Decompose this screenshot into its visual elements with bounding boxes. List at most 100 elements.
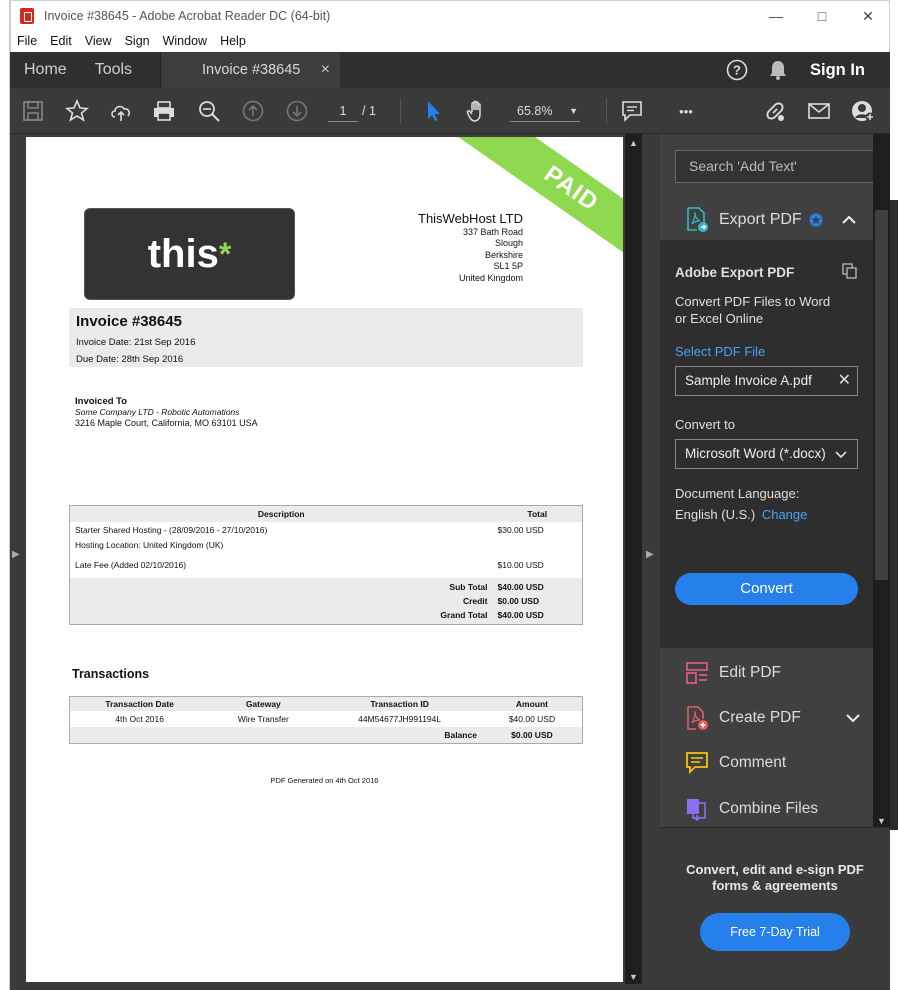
promo-text: Convert, edit and e-sign PDF forms & agr…: [686, 862, 864, 893]
zoom-out-icon[interactable]: [196, 98, 222, 124]
premium-badge-icon: [809, 213, 823, 227]
convert-button[interactable]: Convert: [675, 573, 858, 605]
tool-combine-files[interactable]: Combine Files: [660, 787, 873, 831]
logo-star: *: [218, 235, 232, 272]
table-row: Late Fee (Added 02/10/2016) $10.00 USD: [70, 553, 583, 578]
select-cursor-icon[interactable]: [420, 98, 446, 124]
scrollbar-thumb[interactable]: [875, 210, 888, 580]
more-tools-icon[interactable]: •••: [673, 98, 699, 124]
clear-file-icon[interactable]: ✕: [838, 367, 851, 395]
tool-combine-files-label: Combine Files: [719, 800, 819, 817]
selected-file-field[interactable]: Sample Invoice A.pdf ✕: [675, 366, 858, 396]
tool-edit-pdf[interactable]: Edit PDF: [660, 651, 873, 695]
tool-create-pdf[interactable]: Create PDF: [660, 696, 873, 740]
window-title: Invoice #38645 - Adobe Acrobat Reader DC…: [44, 8, 331, 23]
col-gateway: Gateway: [209, 696, 318, 711]
email-icon[interactable]: [806, 98, 832, 124]
tools-search-input[interactable]: Search 'Add Text': [675, 150, 875, 183]
export-pdf-header[interactable]: Export PDF: [660, 200, 873, 240]
table-row: Starter Shared Hosting - (28/09/2016 - 2…: [70, 522, 583, 553]
company-address-line: United Kingdom: [458, 272, 523, 283]
total-value: $0.00 USD: [492, 594, 583, 608]
zoom-value: 65.8%: [517, 104, 553, 118]
sign-in-link[interactable]: Sign In: [810, 61, 865, 80]
comment-icon[interactable]: [619, 98, 645, 124]
upload-cloud-icon[interactable]: [108, 98, 134, 124]
maximize-button[interactable]: □: [799, 1, 845, 31]
tab-document[interactable]: Invoice #38645 ×: [160, 52, 340, 88]
export-panel-title: Adobe Export PDF: [675, 265, 795, 280]
selected-file-name: Sample Invoice A.pdf: [685, 373, 812, 388]
scroll-down-icon[interactable]: ▼: [625, 970, 642, 984]
help-icon[interactable]: ?: [726, 59, 748, 81]
tool-comment[interactable]: Comment: [660, 741, 873, 785]
title-bar: Invoice #38645 - Adobe Acrobat Reader DC…: [10, 0, 890, 30]
next-page-icon[interactable]: [284, 98, 310, 124]
invoice-items-table: Description Total Starter Shared Hosting…: [69, 505, 583, 625]
bell-icon[interactable]: [768, 59, 788, 81]
col-transaction-date: Transaction Date: [69, 696, 210, 711]
menu-view[interactable]: View: [85, 34, 112, 48]
previous-page-icon[interactable]: [240, 98, 266, 124]
item-total: $10.00 USD: [497, 560, 544, 570]
change-language-link[interactable]: Change: [762, 507, 808, 522]
total-label: Credit: [69, 594, 493, 608]
item-description: Late Fee (Added 02/10/2016): [75, 560, 187, 570]
export-pdf-label: Export PDF: [719, 211, 802, 228]
logo-text: this: [147, 231, 219, 276]
tab-bar: Home Tools Invoice #38645 × ? Sign In: [10, 52, 890, 88]
balance-row: Balance $0.00 USD: [69, 727, 583, 744]
item-desc-line: Hosting Location: United Kingdom (UK): [75, 540, 224, 550]
combine-files-icon: [685, 797, 709, 821]
export-desc-line2: or Excel Online: [675, 311, 764, 326]
edit-pdf-icon: [685, 661, 709, 685]
free-trial-button[interactable]: Free 7-Day Trial: [700, 913, 850, 951]
zoom-level-select[interactable]: 65.8% ▼: [510, 100, 580, 122]
due-date: Due Date: 28th Sep 2016: [76, 354, 184, 365]
document-scrollbar[interactable]: ▲ ▼: [625, 134, 642, 984]
total-label: Sub Total: [69, 578, 493, 594]
transaction-amount: $40.00 USD: [508, 714, 556, 724]
close-tab-icon[interactable]: ×: [321, 61, 330, 79]
chevron-up-icon[interactable]: [841, 215, 856, 225]
invoiced-to-label: Invoiced To: [75, 396, 128, 407]
bookmark-star-icon[interactable]: [64, 98, 90, 124]
tool-comment-label: Comment: [719, 754, 787, 771]
menu-edit[interactable]: Edit: [50, 34, 72, 48]
page-number-input[interactable]: 1: [328, 100, 358, 122]
hand-tool-icon[interactable]: [464, 98, 490, 124]
menu-window[interactable]: Window: [163, 34, 207, 48]
scroll-up-icon[interactable]: ▲: [625, 136, 642, 150]
chevron-down-icon[interactable]: [846, 713, 860, 723]
paid-stamp: PAID: [539, 160, 604, 217]
convert-to-label: Convert to: [675, 417, 735, 432]
tab-bar-right: ? Sign In: [726, 52, 890, 88]
tab-tools[interactable]: Tools: [81, 52, 146, 88]
close-window-button[interactable]: ✕: [845, 1, 891, 31]
right-pane-toggle-icon[interactable]: ▶: [646, 549, 654, 560]
company-address-line: Berkshire: [484, 249, 523, 260]
company-address-line: SL1 5P: [493, 261, 523, 272]
total-value: $40.00 USD: [492, 608, 583, 625]
item-description: Starter Shared Hosting - (28/09/2016 - 2…: [70, 522, 493, 553]
menu-help[interactable]: Help: [220, 34, 246, 48]
format-select[interactable]: Microsoft Word (*.docx): [675, 439, 858, 469]
menu-sign[interactable]: Sign: [125, 34, 150, 48]
chevron-down-icon: ▼: [569, 106, 578, 116]
select-pdf-link[interactable]: Select PDF File: [675, 344, 765, 359]
menu-file[interactable]: File: [17, 34, 37, 48]
subtotal-row: Sub Total $40.00 USD: [69, 578, 583, 594]
share-link-icon[interactable]: [762, 98, 788, 124]
company-address: ThisWebHost LTD 337 Bath Road Slough Ber…: [418, 210, 523, 284]
left-pane-toggle-icon[interactable]: ▶: [12, 549, 20, 560]
page-total: / 1: [362, 104, 376, 118]
doc-language-label: Document Language:: [675, 486, 800, 501]
minimize-button[interactable]: —: [753, 1, 799, 31]
add-user-icon[interactable]: [850, 98, 876, 124]
tools-pane-scrollbar[interactable]: ▼: [873, 134, 890, 827]
tab-home[interactable]: Home: [10, 52, 81, 88]
copy-icon[interactable]: [842, 263, 858, 279]
print-icon[interactable]: [151, 98, 177, 124]
scroll-down-icon[interactable]: ▼: [873, 816, 890, 826]
save-icon[interactable]: [20, 98, 46, 124]
